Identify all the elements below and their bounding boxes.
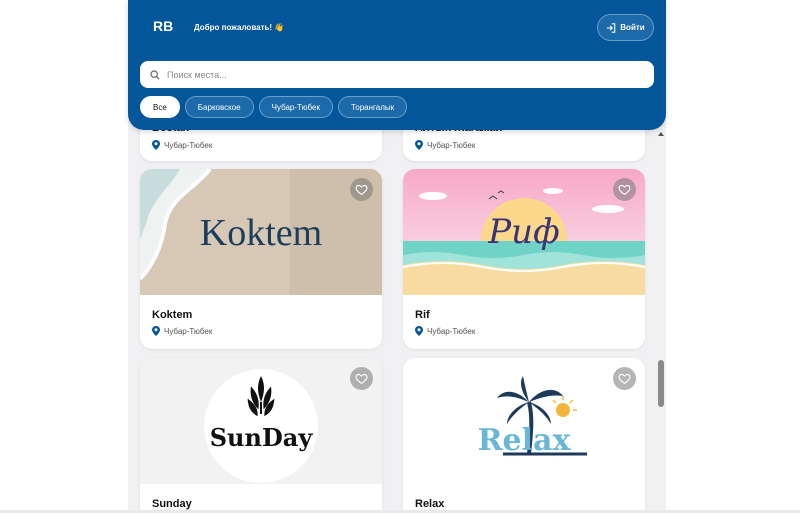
- logo-icon[interactable]: RB: [153, 18, 177, 34]
- card-location: Чубар-Тюбек: [415, 140, 633, 150]
- card-name: Sunday: [152, 498, 192, 510]
- favorite-button[interactable]: [350, 367, 373, 390]
- filter-chip-all[interactable]: Все: [140, 96, 180, 118]
- place-card-relax[interactable]: Relax Relax: [403, 358, 645, 513]
- sunday-logo-image: SunDay: [140, 358, 382, 484]
- card-location-text: Чубар-Тюбек: [427, 326, 476, 336]
- card-name: Rif: [415, 309, 430, 321]
- filter-chip-chubar-tyubek[interactable]: Чубар-Тюбек: [258, 96, 333, 118]
- card-location: Чубар-Тюбек: [415, 326, 633, 336]
- favorite-button[interactable]: [613, 178, 636, 201]
- favorite-button[interactable]: [613, 367, 636, 390]
- search-input[interactable]: [167, 69, 637, 80]
- card-image: Риф: [403, 169, 645, 295]
- login-button[interactable]: Войти: [597, 14, 654, 41]
- card-image-text: SunDay: [210, 423, 314, 452]
- pin-icon: [415, 140, 423, 150]
- pin-icon: [152, 140, 160, 150]
- pin-icon: [152, 326, 160, 336]
- heart-icon: [355, 373, 368, 385]
- sand-beach-image: Koktem: [140, 169, 382, 295]
- card-name: Koktem: [152, 309, 193, 321]
- scroll-thumb[interactable]: [658, 360, 664, 407]
- card-location-text: Чубар-Тюбек: [427, 140, 476, 150]
- heart-icon: [618, 184, 631, 196]
- filter-chips: Все Барковское Чубар-Тюбек Торангалык: [140, 96, 408, 118]
- filter-chip-torangalyk[interactable]: Торангалык: [338, 96, 408, 118]
- place-card-rif[interactable]: Риф Rif Чубар-Тюбек: [403, 169, 645, 349]
- card-image-text: Koktem: [200, 212, 322, 254]
- card-location: Чубар-Тюбек: [152, 326, 370, 336]
- welcome-text: Добро пожаловать! 👋: [194, 23, 285, 32]
- search-icon: [150, 69, 160, 80]
- card-location: Чубар-Тюбек: [152, 140, 370, 150]
- beach-sunset-image: Риф: [403, 169, 645, 295]
- logo-text: RB: [153, 18, 173, 34]
- card-image: Relax: [403, 358, 645, 484]
- heart-icon: [355, 184, 368, 196]
- search-bar[interactable]: [140, 61, 654, 88]
- relax-logo-image: Relax: [403, 358, 645, 484]
- card-image: Koktem: [140, 169, 382, 295]
- favorite-button[interactable]: [350, 178, 373, 201]
- card-location-text: Чубар-Тюбек: [164, 326, 213, 336]
- app-header: RB Добро пожаловать! 👋 Войти Все Барковс…: [128, 0, 666, 130]
- card-image-text: Риф: [487, 212, 559, 252]
- place-card-koktem[interactable]: Koktem Koktem Чубар-Тюбек: [140, 169, 382, 349]
- scroll-up-arrow[interactable]: [658, 132, 664, 136]
- filter-chip-barkovskoe[interactable]: Барковское: [184, 96, 254, 118]
- scrollbar[interactable]: [656, 130, 666, 513]
- login-label: Войти: [620, 23, 645, 32]
- place-card-sunday[interactable]: SunDay Sunday: [140, 358, 382, 513]
- card-image-text: Relax: [478, 423, 572, 458]
- card-image: SunDay: [140, 358, 382, 484]
- heart-icon: [618, 373, 631, 385]
- login-icon: [607, 22, 616, 33]
- card-name: Relax: [415, 498, 445, 510]
- pin-icon: [415, 326, 423, 336]
- card-location-text: Чубар-Тюбек: [164, 140, 213, 150]
